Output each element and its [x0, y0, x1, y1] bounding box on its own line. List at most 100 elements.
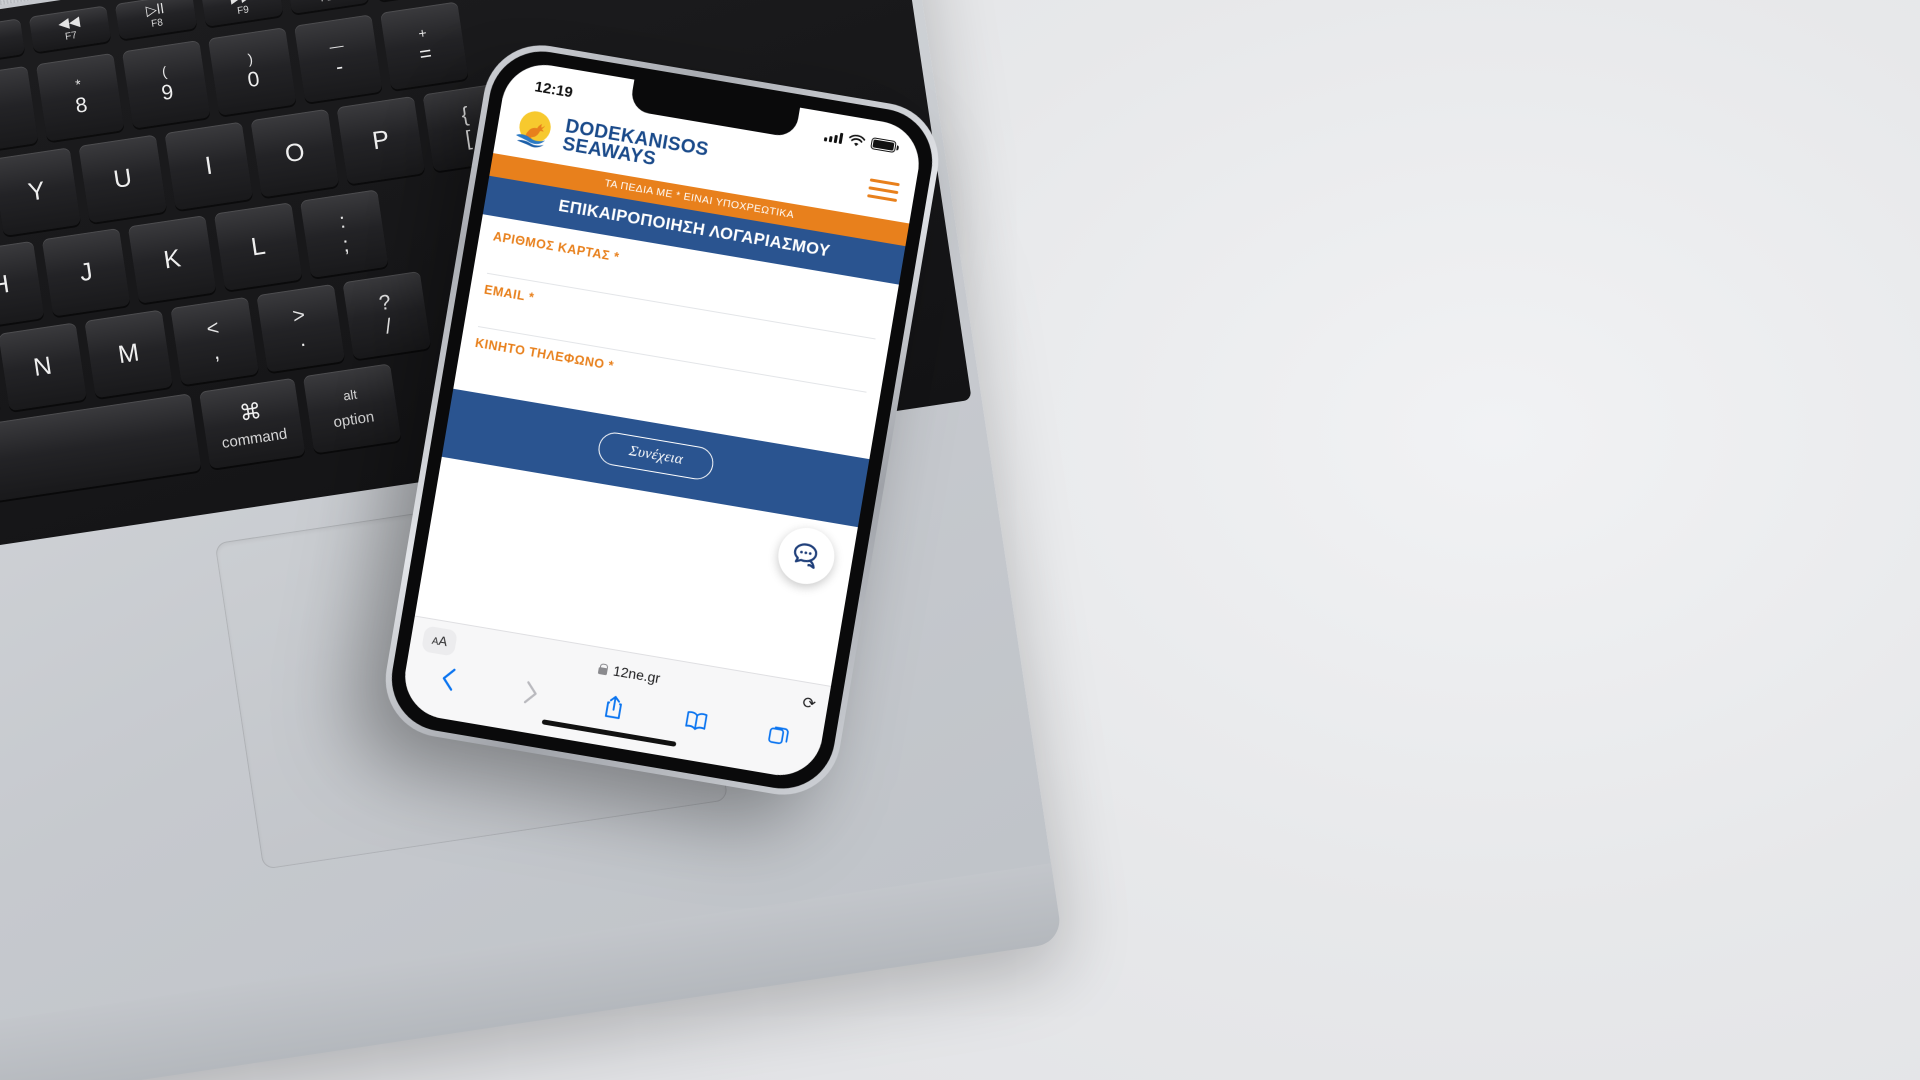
chevron-left-icon [442, 668, 456, 691]
key-glyph: J [77, 257, 95, 287]
key-label: 7 [0, 106, 3, 131]
web-page-content: DODEKANISOS SEAWAYS ΤΑ ΠΕΔΙΑ ΜΕ * ΕΙΝΑΙ … [414, 97, 919, 686]
key-f7[interactable]: ◀◀ F7 [28, 5, 112, 53]
key-7[interactable]: & 7 [0, 65, 39, 155]
key-label: - [334, 54, 345, 79]
key-label: option [332, 408, 376, 432]
share-icon [604, 695, 622, 720]
cellular-signal-icon [823, 130, 844, 144]
key-glyph: H [0, 269, 12, 301]
key-option[interactable]: alt option [302, 363, 402, 454]
key-label: = [417, 41, 434, 67]
command-icon: ⌘ [237, 397, 264, 426]
key-glyph: K [161, 244, 183, 275]
key-label: 9 [159, 80, 175, 105]
key-glyph: { [459, 103, 471, 127]
key-glyph: ? [377, 290, 393, 316]
chevron-right-icon [523, 681, 537, 704]
back-button[interactable] [429, 661, 468, 696]
tabs-icon [768, 726, 789, 745]
key-glyph: ▷ǀǀ [144, 0, 166, 19]
key-glyph: I [203, 151, 215, 181]
key-label: ; [341, 233, 351, 257]
key-label: [ [463, 126, 474, 151]
chat-bubble-icon[interactable] [774, 523, 839, 589]
key-u[interactable]: U [78, 134, 168, 224]
key-glyph: — [328, 36, 345, 55]
key-label: 0 [246, 67, 261, 92]
key-command[interactable]: ⌘ command [199, 377, 306, 470]
key-label: F8 [150, 17, 164, 30]
book-icon [685, 711, 708, 731]
key-glyph: Y [26, 176, 47, 207]
key-9[interactable]: ( 9 [121, 39, 211, 129]
key-glyph: L [249, 231, 268, 262]
key-label: F7 [64, 30, 78, 43]
tabs-button[interactable] [760, 717, 799, 752]
key-f6[interactable]: ☀ F6 [0, 18, 26, 66]
hamburger-line [869, 177, 900, 186]
key-minus[interactable]: — - [293, 14, 383, 103]
key-label: 8 [73, 93, 89, 118]
hamburger-line [867, 193, 898, 202]
wifi-icon [849, 134, 866, 146]
key-glyph: N [31, 351, 54, 382]
key-slash[interactable]: ? / [342, 270, 432, 360]
phone-screen: 12:19 DODEKANISOS SEAWAYS ΤΑ ΠΕΔΙΑ ΜΕ * … [398, 58, 926, 782]
status-time: 12:19 [533, 77, 575, 101]
key-glyph: + [417, 24, 428, 42]
key-glyph: > [291, 303, 307, 329]
bookmarks-button[interactable] [677, 703, 716, 738]
key-glyph: * [74, 76, 83, 93]
key-glyph: M [116, 338, 141, 370]
key-comma[interactable]: < , [170, 296, 260, 386]
key-glyph: ◀◀ [57, 12, 81, 32]
continue-button[interactable]: Συνέχεια [595, 430, 717, 482]
key-label: , [211, 340, 221, 365]
forward-button[interactable] [511, 675, 550, 710]
status-indicators [823, 129, 897, 154]
lock-icon [598, 662, 609, 674]
key-y[interactable]: Y [0, 147, 81, 236]
text-size-button[interactable]: AA [421, 625, 459, 657]
key-glyph: O [283, 137, 307, 169]
key-k[interactable]: K [127, 215, 217, 304]
key-h[interactable]: H [0, 240, 45, 330]
key-glyph: < [205, 316, 221, 341]
key-space[interactable] [0, 393, 202, 533]
key-glyph: : [337, 209, 347, 234]
key-semicolon[interactable]: : ; [299, 189, 389, 278]
key-l[interactable]: L [213, 202, 303, 291]
reload-icon[interactable]: ⟳ [801, 693, 818, 715]
key-glyph: alt [342, 386, 359, 404]
key-period[interactable]: > . [256, 283, 346, 373]
key-label: F9 [236, 4, 250, 18]
key-label: . [297, 327, 308, 352]
key-o[interactable]: O [250, 108, 340, 198]
key-glyph: U [111, 163, 134, 194]
key-f9[interactable]: ▶▶ F9 [200, 0, 284, 27]
key-label: F10 [320, 0, 339, 5]
key-p[interactable]: P [336, 95, 426, 185]
key-glyph: ( [160, 63, 168, 80]
url-text: 12ne.gr [611, 662, 662, 687]
battery-icon [870, 137, 897, 154]
key-f11[interactable]: 🕩 F11 [372, 0, 456, 2]
key-i[interactable]: I [164, 121, 254, 211]
key-label: command [220, 425, 289, 452]
key-j[interactable]: J [41, 227, 131, 317]
deer-sun-waves-logo [516, 111, 551, 148]
key-8[interactable]: * 8 [35, 52, 125, 142]
key-f8[interactable]: ▷ǀǀ F8 [114, 0, 198, 40]
hamburger-menu-icon[interactable] [866, 174, 900, 206]
key-f10[interactable]: 🕨 F10 [286, 0, 370, 14]
key-label: / [383, 314, 394, 339]
share-button[interactable] [594, 689, 633, 724]
key-n[interactable]: N [0, 322, 87, 412]
key-glyph: P [370, 125, 392, 156]
key-equals[interactable]: + = [380, 1, 469, 91]
key-glyph: ) [246, 50, 254, 68]
key-m[interactable]: M [84, 309, 173, 399]
chat-bubble-glyph [793, 543, 818, 569]
key-0[interactable]: ) 0 [207, 27, 297, 116]
